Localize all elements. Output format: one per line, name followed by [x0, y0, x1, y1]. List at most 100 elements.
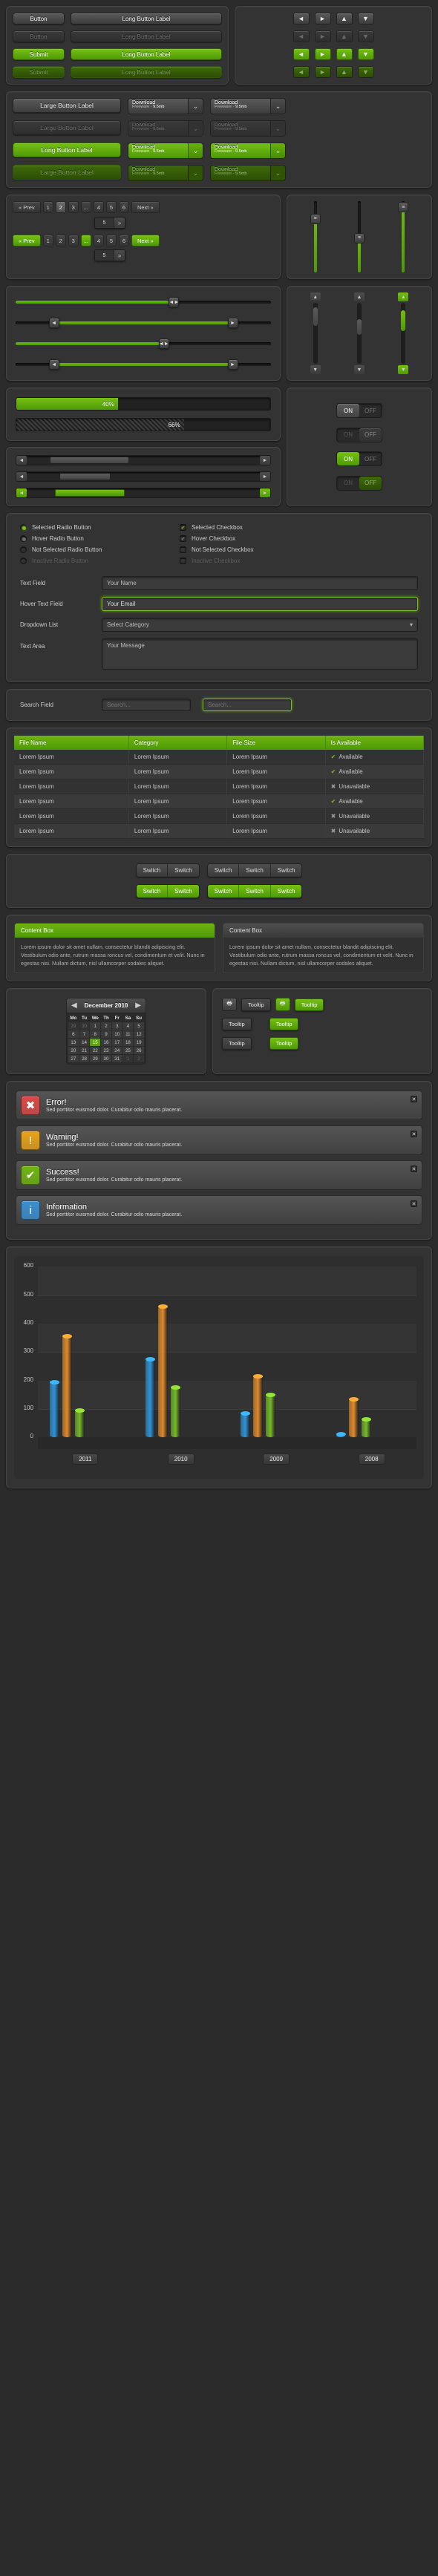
toggle-green-off[interactable]: ON OFF — [336, 476, 382, 491]
pagination-page-1[interactable]: 1 — [43, 201, 53, 213]
download-button-green-2[interactable]: Download Freeware - 9.5mb ⌄ — [210, 143, 286, 159]
large-button-normal[interactable]: Large Button Label — [13, 98, 121, 113]
pagination-ellipsis-green[interactable]: ... — [81, 235, 91, 246]
slider-handle-left[interactable]: ◄ — [49, 318, 59, 328]
slider-handle-right[interactable]: ► — [228, 318, 238, 328]
chevron-down-icon[interactable]: ⌄ — [188, 99, 203, 114]
pagination-page-6[interactable]: 6 — [119, 201, 129, 213]
switch-item[interactable]: Switch — [168, 885, 199, 898]
toggle-on-label[interactable]: ON — [337, 428, 359, 442]
chevron-down-icon[interactable]: ⌄ — [270, 99, 285, 114]
pagination-next-green[interactable]: Next » — [131, 235, 160, 246]
horizontal-scrollbar-3-green[interactable]: ◄ ► — [16, 488, 271, 498]
checkbox-icon[interactable]: ✔ — [180, 535, 186, 542]
calendar-day[interactable]: 18 — [123, 1039, 134, 1046]
search-input-highlight[interactable] — [203, 699, 292, 711]
slider-handle[interactable]: ≡ — [398, 202, 408, 212]
arrow-down-icon-green[interactable]: ▼ — [358, 48, 374, 60]
pagination-page-6b[interactable]: 6 — [119, 235, 129, 246]
pagination-page-4[interactable]: 4 — [94, 201, 104, 213]
scrollbar-track[interactable] — [357, 303, 362, 364]
printer-icon[interactable]: 🖶 — [222, 998, 237, 1011]
toggle-off-label[interactable]: OFF — [359, 404, 382, 417]
horizontal-scrollbar-1[interactable]: ◄ ► — [16, 455, 271, 465]
column-file-name[interactable]: File Name — [14, 736, 128, 750]
slider-handle-right[interactable]: ► — [228, 359, 238, 370]
button-long-green[interactable]: Long Button Label — [71, 48, 222, 60]
toggle-on-label[interactable]: ON — [337, 477, 359, 490]
checkbox-empty[interactable]: Not Selected Checkbox — [180, 546, 418, 553]
calendar-day[interactable]: 30 — [79, 1022, 90, 1030]
calendar-day[interactable]: 8 — [90, 1030, 100, 1038]
calendar-day[interactable]: 22 — [90, 1047, 100, 1054]
calendar-day[interactable]: 29 — [68, 1022, 79, 1030]
calendar-day[interactable]: 20 — [68, 1047, 79, 1054]
arrow-right-icon-green[interactable]: ► — [315, 48, 331, 60]
pagination-stepper-bottom[interactable]: 5 » — [94, 249, 125, 261]
horizontal-slider-2[interactable]: ◄ ► — [16, 318, 271, 328]
calendar-day[interactable]: 3 — [112, 1022, 122, 1030]
radio-icon[interactable] — [20, 524, 27, 531]
calendar-day[interactable]: 12 — [134, 1030, 144, 1038]
scrollbar-thumb[interactable] — [313, 307, 318, 326]
pagination-prev-green[interactable]: « Prev — [13, 235, 41, 246]
calendar-day[interactable]: 19 — [134, 1039, 144, 1046]
pagination-ellipsis[interactable]: ... — [81, 201, 91, 213]
switch-group-3-green[interactable]: Switch Switch — [136, 884, 200, 898]
arrow-down-icon[interactable]: ▼ — [310, 365, 321, 374]
switch-item[interactable]: Switch — [208, 864, 240, 877]
toggle-green-on[interactable]: ON OFF — [336, 451, 382, 466]
close-icon[interactable]: ✕ — [411, 1200, 417, 1207]
calendar-next-icon[interactable]: ▶ — [135, 1001, 141, 1010]
text-field-input[interactable] — [102, 576, 418, 590]
stepper-go-icon[interactable]: » — [114, 250, 125, 261]
vertical-scrollbar-2[interactable]: ▲ ▼ — [353, 292, 365, 374]
switch-item[interactable]: Switch — [239, 885, 271, 898]
chevron-down-icon[interactable]: ▾ — [410, 621, 413, 628]
column-is-available[interactable]: Is Available — [325, 736, 423, 750]
arrow-right-icon[interactable]: ► — [315, 13, 331, 24]
arrow-right-icon[interactable]: ► — [260, 456, 270, 465]
horizontal-slider-3[interactable]: ◄► — [16, 339, 271, 349]
vertical-slider-2[interactable]: ≡ — [354, 201, 365, 272]
switch-item[interactable]: Switch — [239, 864, 271, 877]
column-category[interactable]: Category — [128, 736, 226, 750]
switch-item[interactable]: Switch — [168, 864, 199, 877]
calendar-day[interactable]: 1 — [123, 1055, 134, 1062]
button-long-normal[interactable]: Long Button Label — [71, 13, 222, 24]
vertical-slider-3[interactable]: ≡ — [398, 201, 408, 272]
calendar-day[interactable]: 30 — [101, 1055, 111, 1062]
arrow-up-icon[interactable]: ▲ — [336, 13, 353, 24]
large-button-green[interactable]: Long Button Label — [13, 143, 121, 157]
calendar-day[interactable]: 2 — [101, 1022, 111, 1030]
horizontal-slider-4[interactable]: ◄ ► — [16, 359, 271, 370]
arrow-up-icon-green[interactable]: ▲ — [398, 292, 408, 301]
calendar-day[interactable]: 10 — [112, 1030, 122, 1038]
horizontal-slider-1[interactable]: ◄► — [16, 297, 271, 307]
column-file-size[interactable]: File Size — [227, 736, 325, 750]
calendar-day[interactable]: 9 — [101, 1030, 111, 1038]
calendar-day[interactable]: 21 — [79, 1047, 90, 1054]
download-button-normal[interactable]: Download Freeware - 9.5mb ⌄ — [128, 98, 203, 114]
chevron-down-icon[interactable]: ⌄ — [270, 143, 285, 158]
pagination-stepper-top[interactable]: 5 » — [94, 217, 125, 229]
calendar-day[interactable]: 27 — [68, 1055, 79, 1062]
calendar-day[interactable]: 16 — [101, 1039, 111, 1046]
arrow-down-icon[interactable]: ▼ — [358, 13, 374, 24]
button-normal[interactable]: Button — [13, 13, 65, 24]
close-icon[interactable]: ✕ — [411, 1096, 417, 1102]
pagination-page-2[interactable]: 2 — [56, 201, 66, 213]
checkbox-icon[interactable]: ✔ — [180, 524, 186, 531]
scrollbar-thumb-green[interactable] — [55, 489, 125, 497]
toggle-off-label[interactable]: OFF — [359, 428, 382, 442]
hover-text-field-input[interactable] — [102, 597, 418, 611]
toggle-on-label[interactable]: ON — [337, 404, 359, 417]
table-row[interactable]: Lorem IpsumLorem IpsumLorem Ipsum✔Availa… — [14, 750, 424, 765]
checkbox-icon[interactable] — [180, 546, 186, 553]
calendar-day[interactable]: 29 — [90, 1055, 100, 1062]
arrow-down-icon-green[interactable]: ▼ — [398, 365, 408, 374]
printer-icon-green[interactable]: 🖶 — [275, 998, 290, 1011]
submit-button[interactable]: Submit — [13, 48, 65, 60]
pagination-page-2b[interactable]: 2 — [56, 235, 66, 246]
calendar-day[interactable]: 14 — [79, 1039, 90, 1046]
